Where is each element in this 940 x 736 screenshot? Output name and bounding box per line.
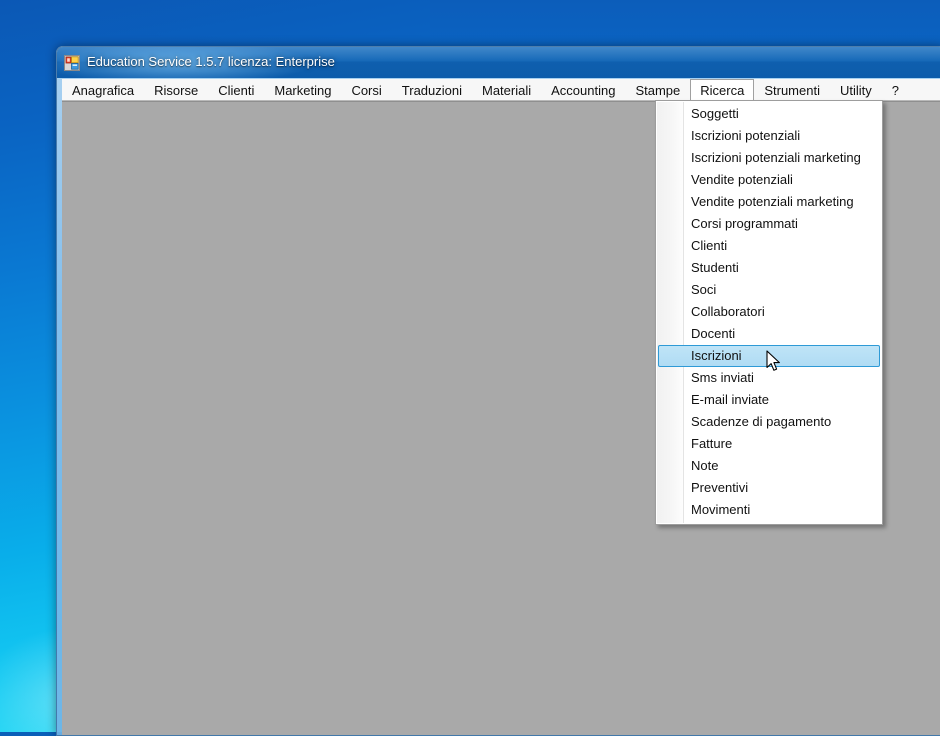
- menu-item-corsi-programmati[interactable]: Corsi programmati: [658, 213, 880, 235]
- ricerca-dropdown-menu: Soggetti Iscrizioni potenziali Iscrizion…: [655, 100, 883, 525]
- vb-forms-app-icon: [64, 55, 80, 71]
- menu-item-iscrizioni-potenziali-marketing[interactable]: Iscrizioni potenziali marketing: [658, 147, 880, 169]
- desktop-wallpaper-upper-band: [430, 0, 940, 48]
- menu-materiali[interactable]: Materiali: [472, 79, 541, 101]
- menu-item-preventivi[interactable]: Preventivi: [658, 477, 880, 499]
- main-menu-bar: Anagrafica Risorse Clienti Marketing Cor…: [62, 79, 940, 101]
- menu-item-clienti[interactable]: Clienti: [658, 235, 880, 257]
- menu-item-studenti[interactable]: Studenti: [658, 257, 880, 279]
- menu-item-fatture[interactable]: Fatture: [658, 433, 880, 455]
- menu-anagrafica[interactable]: Anagrafica: [62, 79, 144, 101]
- menu-item-scadenze-di-pagamento[interactable]: Scadenze di pagamento: [658, 411, 880, 433]
- menu-item-docenti[interactable]: Docenti: [658, 323, 880, 345]
- menu-item-vendite-potenziali[interactable]: Vendite potenziali: [658, 169, 880, 191]
- menu-item-movimenti[interactable]: Movimenti: [658, 499, 880, 521]
- menu-item-iscrizioni[interactable]: Iscrizioni: [658, 345, 880, 367]
- menu-item-soci[interactable]: Soci: [658, 279, 880, 301]
- menu-item-collaboratori[interactable]: Collaboratori: [658, 301, 880, 323]
- menu-item-email-inviate[interactable]: E-mail inviate: [658, 389, 880, 411]
- menu-marketing[interactable]: Marketing: [264, 79, 341, 101]
- menu-item-vendite-potenziali-marketing[interactable]: Vendite potenziali marketing: [658, 191, 880, 213]
- menu-clienti[interactable]: Clienti: [208, 79, 264, 101]
- menu-item-sms-inviati[interactable]: Sms inviati: [658, 367, 880, 389]
- menu-help[interactable]: ?: [882, 79, 909, 101]
- window-title-text: Education Service 1.5.7 licenza: Enterpr…: [87, 54, 335, 69]
- menu-accounting[interactable]: Accounting: [541, 79, 625, 101]
- menu-item-iscrizioni-potenziali[interactable]: Iscrizioni potenziali: [658, 125, 880, 147]
- menu-strumenti[interactable]: Strumenti: [754, 79, 830, 101]
- window-title-bar[interactable]: Education Service 1.5.7 licenza: Enterpr…: [57, 47, 940, 78]
- menu-risorse[interactable]: Risorse: [144, 79, 208, 101]
- menu-traduzioni[interactable]: Traduzioni: [392, 79, 472, 101]
- menu-item-soggetti[interactable]: Soggetti: [658, 103, 880, 125]
- menu-utility[interactable]: Utility: [830, 79, 882, 101]
- menu-ricerca[interactable]: Ricerca: [690, 79, 755, 101]
- menu-item-note[interactable]: Note: [658, 455, 880, 477]
- menu-corsi[interactable]: Corsi: [341, 79, 391, 101]
- menu-stampe[interactable]: Stampe: [625, 79, 690, 101]
